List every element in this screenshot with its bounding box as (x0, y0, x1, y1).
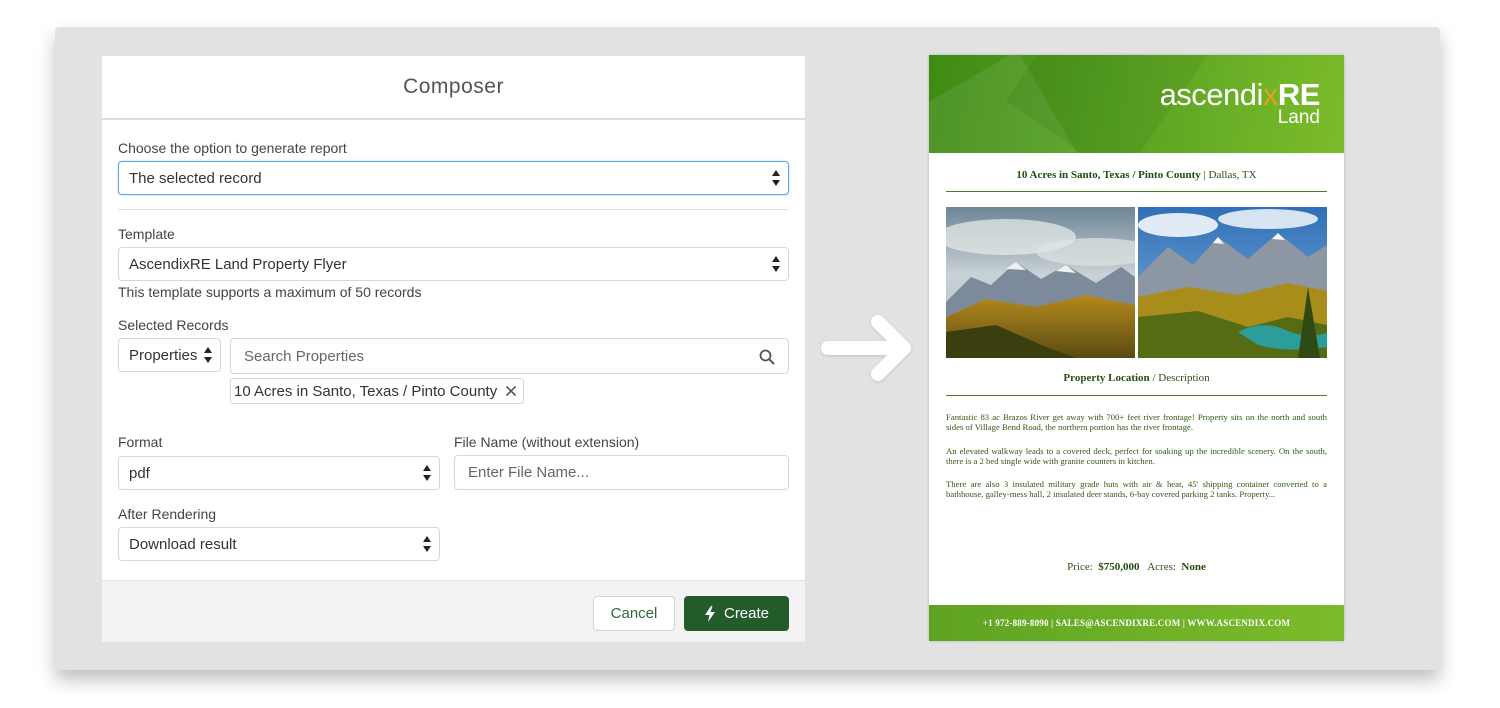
format-value: pdf (129, 464, 150, 482)
lightning-icon (704, 605, 715, 622)
selected-records-label: Selected Records (118, 317, 229, 333)
after-rendering-select[interactable]: Download result (118, 527, 440, 561)
select-stepper-icon (772, 255, 780, 273)
flyer-divider (946, 395, 1327, 396)
description-paragraph: An elevated walkway leads to a covered d… (946, 446, 1327, 466)
create-button-label: Create (723, 605, 770, 622)
format-label: Format (118, 434, 163, 450)
chip-label: 10 Acres in Santo, Texas / Pinto County (234, 382, 498, 400)
record-object-select[interactable]: Properties (118, 338, 221, 372)
location-section-title: Property Location / Description (1063, 372, 1210, 384)
format-select[interactable]: pdf (118, 456, 440, 490)
dialog-title: Composer (102, 56, 805, 120)
after-rendering-label: After Rendering (118, 506, 217, 522)
select-stepper-icon (772, 169, 780, 187)
file-name-placeholder: Enter File Name... (468, 464, 589, 481)
file-name-input[interactable]: Enter File Name... (454, 455, 789, 490)
flyer-divider (946, 191, 1327, 192)
search-properties-input[interactable]: Search Properties (230, 338, 789, 374)
description-paragraph: There are also 3 insulated military grad… (946, 479, 1327, 499)
arrow-right-icon (821, 315, 911, 381)
ascendixre-logo: ascendixRE Land (1159, 77, 1321, 128)
mountain-photo-left (946, 207, 1135, 358)
after-rendering-value: Download result (129, 535, 237, 553)
description-paragraph: Fantastic 83 ac Brazos River get away wi… (946, 412, 1327, 432)
price-line: Price: $750,000 Acres: None (1067, 561, 1206, 573)
select-stepper-icon (423, 464, 431, 482)
search-icon[interactable] (759, 349, 775, 365)
search-placeholder: Search Properties (244, 347, 365, 365)
flyer-footer: +1 972-889-8090 | SALES@ASCENDIXRE.COM |… (929, 605, 1344, 641)
select-stepper-icon (204, 346, 212, 364)
flyer-header: ascendixRE Land (929, 55, 1344, 153)
selected-record-chip: 10 Acres in Santo, Texas / Pinto County (230, 378, 525, 404)
section-divider (118, 209, 788, 210)
flyer-preview: ascendixRE Land 10 Acres in Santo, Texas… (929, 55, 1344, 641)
mountain-photo-right (1138, 207, 1327, 358)
record-object-value: Properties (129, 346, 197, 364)
select-stepper-icon (423, 535, 431, 553)
template-label: Template (118, 226, 175, 242)
report-option-label: Choose the option to generate report (118, 140, 347, 156)
cancel-button[interactable]: Cancel (593, 596, 675, 631)
flyer-title: 10 Acres in Santo, Texas / Pinto County … (1016, 169, 1257, 181)
create-button[interactable]: Create (684, 596, 789, 631)
template-helper-text: This template supports a maximum of 50 r… (118, 284, 422, 300)
report-option-select[interactable]: The selected record (118, 161, 789, 195)
file-name-label: File Name (without extension) (454, 434, 640, 450)
report-option-value: The selected record (129, 169, 262, 187)
close-icon[interactable] (505, 385, 517, 397)
template-value: AscendixRE Land Property Flyer (129, 255, 347, 273)
template-select[interactable]: AscendixRE Land Property Flyer (118, 247, 789, 281)
